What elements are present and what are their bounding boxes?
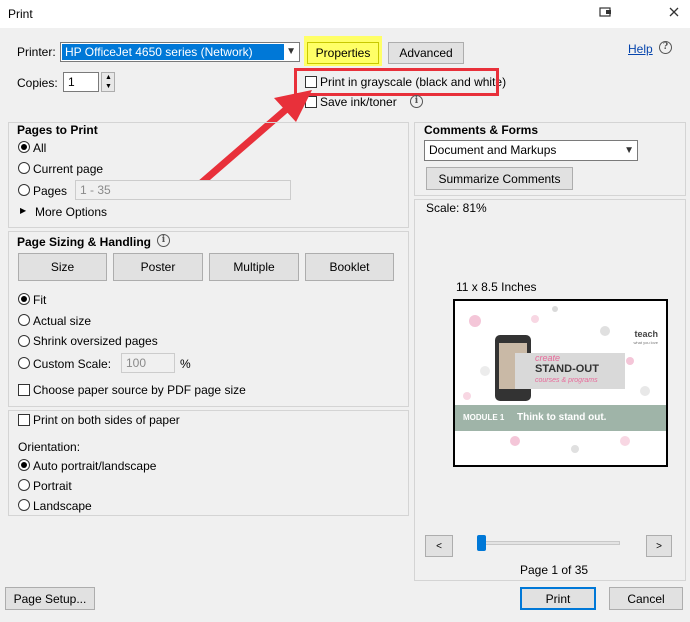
actual-size-radio[interactable]	[18, 314, 30, 326]
printer-selected-value: HP OfficeJet 4650 series (Network)	[62, 44, 284, 60]
copies-label: Copies:	[17, 76, 58, 90]
pages-range-input[interactable]: 1 - 35	[75, 180, 291, 200]
actual-size-label[interactable]: Actual size	[33, 314, 91, 328]
help-link[interactable]: Help	[628, 42, 653, 56]
next-page-button[interactable]: >	[646, 535, 672, 557]
auto-orientation-label[interactable]: Auto portrait/landscape	[33, 459, 156, 473]
custom-scale-input[interactable]: 100	[121, 353, 175, 373]
pages-current-label[interactable]: Current page	[33, 162, 103, 176]
slide-line-create: create	[535, 353, 561, 363]
page-slider-track[interactable]	[477, 541, 620, 545]
slide-logo: teach	[634, 329, 658, 339]
module-label: MODULE 1	[463, 413, 505, 422]
page-slider-thumb[interactable]	[477, 535, 486, 551]
comments-heading: Comments & Forms	[424, 123, 539, 137]
module-text: Think to stand out.	[517, 412, 607, 423]
save-ink-label[interactable]: Save ink/toner	[320, 95, 397, 109]
window-mode-icon[interactable]	[599, 6, 613, 18]
custom-scale-radio[interactable]	[18, 357, 30, 369]
chevron-down-icon: ▼	[286, 46, 296, 57]
both-sides-label[interactable]: Print on both sides of paper	[33, 413, 180, 427]
scale-label: Scale: 81%	[426, 201, 487, 215]
tab-size[interactable]: Size	[18, 253, 107, 281]
slide-line-standout: STAND-OUT	[535, 363, 599, 375]
pages-current-radio[interactable]	[18, 162, 30, 174]
grayscale-annotation-box	[294, 68, 499, 96]
cancel-button[interactable]: Cancel	[609, 587, 683, 610]
more-options-icon[interactable]: ▶	[20, 206, 26, 215]
landscape-radio[interactable]	[18, 499, 30, 511]
advanced-button[interactable]: Advanced	[388, 42, 464, 64]
percent-label: %	[180, 357, 191, 371]
shrink-radio[interactable]	[18, 335, 30, 347]
paper-source-checkbox[interactable]	[18, 384, 30, 396]
tab-booklet[interactable]: Booklet	[305, 253, 394, 281]
paper-source-label[interactable]: Choose paper source by PDF page size	[33, 383, 246, 397]
slide-line-courses: courses & programs	[535, 377, 598, 384]
comments-select[interactable]: Document and Markups ▼	[424, 140, 638, 161]
pages-range-label[interactable]: Pages	[33, 184, 67, 198]
portrait-label[interactable]: Portrait	[33, 479, 72, 493]
comments-selected-value: Document and Markups	[429, 143, 557, 157]
help-info-icon[interactable]: ?	[659, 41, 672, 54]
properties-button[interactable]: Properties	[307, 42, 379, 64]
copies-stepper[interactable]: ▲ ▼	[101, 72, 115, 92]
both-sides-checkbox[interactable]	[18, 414, 30, 426]
orientation-label: Orientation:	[18, 440, 81, 454]
landscape-label[interactable]: Landscape	[33, 499, 92, 513]
pages-all-radio[interactable]	[18, 141, 30, 153]
pages-to-print-heading: Pages to Print	[17, 123, 98, 137]
fit-radio[interactable]	[18, 293, 30, 305]
title-bar	[0, 0, 690, 28]
portrait-radio[interactable]	[18, 479, 30, 491]
paper-size-label: 11 x 8.5 Inches	[456, 280, 537, 294]
stepper-up-icon[interactable]: ▲	[105, 74, 112, 81]
printer-label: Printer:	[17, 45, 56, 59]
fit-label[interactable]: Fit	[33, 293, 46, 307]
pages-all-label[interactable]: All	[33, 141, 46, 155]
summarize-comments-button[interactable]: Summarize Comments	[426, 167, 573, 190]
page-preview: teach what you love create STAND-OUT cou…	[453, 299, 668, 467]
custom-scale-label[interactable]: Custom Scale:	[33, 357, 111, 371]
shrink-label[interactable]: Shrink oversized pages	[33, 334, 158, 348]
printer-select[interactable]: HP OfficeJet 4650 series (Network) ▼	[60, 42, 300, 62]
chevron-down-icon: ▼	[624, 145, 634, 156]
save-ink-info-icon[interactable]: i	[410, 95, 423, 108]
tab-multiple[interactable]: Multiple	[209, 253, 299, 281]
sizing-heading: Page Sizing & Handling	[17, 235, 152, 249]
copies-input[interactable]: 1	[63, 72, 99, 92]
tab-poster[interactable]: Poster	[113, 253, 203, 281]
sizing-info-icon[interactable]: i	[157, 234, 170, 247]
pages-range-radio[interactable]	[18, 184, 30, 196]
window-title: Print	[8, 7, 33, 21]
more-options-label[interactable]: More Options	[35, 205, 107, 219]
stepper-down-icon[interactable]: ▼	[105, 83, 112, 90]
slide-logo-sub: what you love	[633, 340, 658, 345]
auto-orientation-radio[interactable]	[18, 459, 30, 471]
print-button[interactable]: Print	[520, 587, 596, 610]
prev-page-button[interactable]: <	[425, 535, 453, 557]
page-indicator: Page 1 of 35	[520, 563, 589, 577]
page-setup-button[interactable]: Page Setup...	[5, 587, 95, 610]
close-icon[interactable]	[668, 6, 682, 18]
